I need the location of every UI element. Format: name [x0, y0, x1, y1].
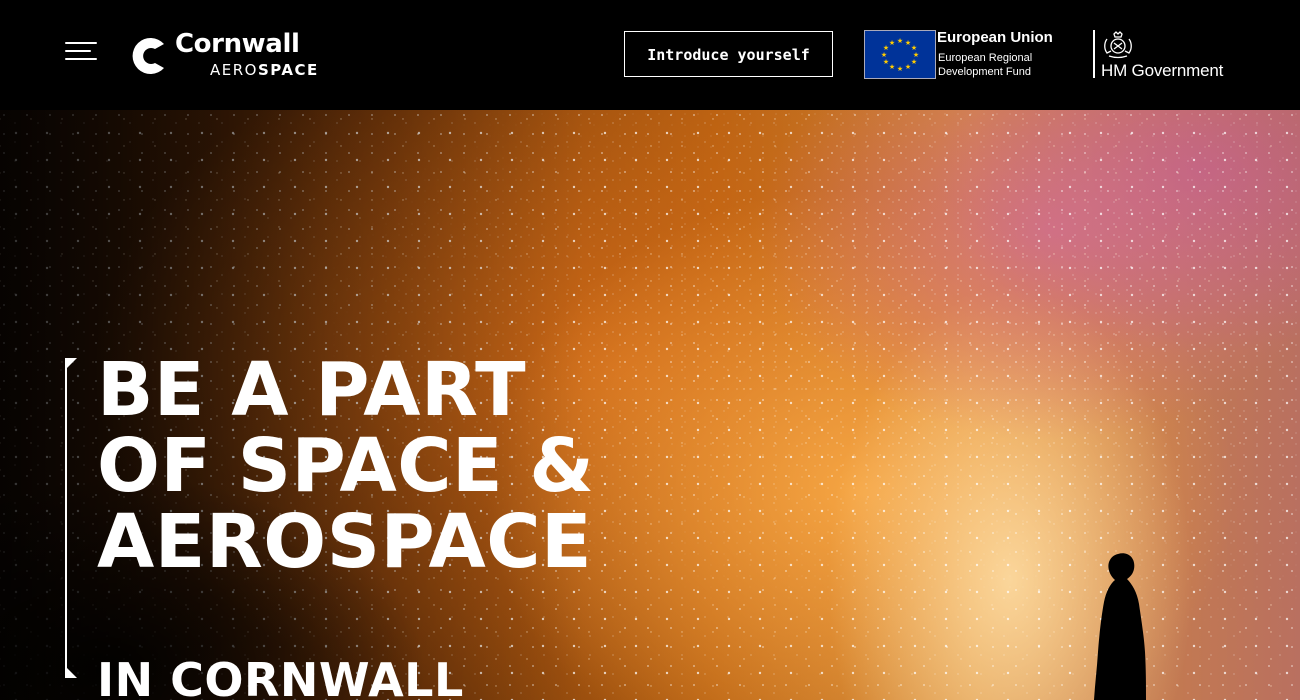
svg-text:★: ★: [897, 65, 903, 73]
svg-text:★: ★: [911, 58, 917, 66]
logo-text-cornwall: Cornwall: [175, 29, 300, 59]
svg-text:★: ★: [883, 58, 889, 66]
introduce-yourself-button[interactable]: Introduce yourself: [624, 31, 833, 77]
svg-text:★: ★: [897, 37, 903, 45]
eu-title: European Union: [937, 29, 1053, 46]
hero-headline: BE A PART OF SPACE & AEROSPACE: [97, 347, 595, 585]
site-header: Cornwall AEROSPACE Introduce yourself ★ ★…: [0, 0, 1300, 110]
logo-c-mark-icon: [132, 38, 164, 74]
logo-text-aerospace: AEROSPACE: [210, 61, 319, 79]
svg-text:★: ★: [889, 63, 895, 71]
svg-text:★: ★: [905, 63, 911, 71]
person-silhouette-image: [1094, 553, 1146, 700]
svg-text:★: ★: [881, 51, 887, 59]
hmg-divider: [1093, 30, 1095, 78]
svg-text:★: ★: [889, 39, 895, 47]
hm-government-label: HM Government: [1101, 61, 1224, 80]
hero-subheadline: IN CORNWALL: [97, 653, 464, 700]
headline-frame-corner-bottom: [65, 666, 77, 678]
eu-subtitle: European Regional Development Fund: [938, 52, 1033, 78]
eu-funding-logo: ★ ★ ★ ★ ★ ★ ★ ★ ★ ★ ★ ★ European Union European …: [864, 29, 1065, 79]
headline-frame-bar: [65, 358, 67, 678]
eu-flag-icon: ★ ★ ★ ★ ★ ★ ★ ★ ★ ★ ★ ★: [864, 30, 936, 79]
headline-frame-corner-top: [65, 358, 77, 370]
hamburger-menu-icon[interactable]: [62, 38, 102, 66]
cornwall-aerospace-logo[interactable]: Cornwall AEROSPACE: [126, 28, 336, 84]
royal-crest-icon: [1104, 31, 1132, 59]
hero-section: BE A PART OF SPACE & AEROSPACE IN CORNWA…: [0, 110, 1300, 700]
hm-government-logo: HM Government: [1093, 30, 1243, 82]
